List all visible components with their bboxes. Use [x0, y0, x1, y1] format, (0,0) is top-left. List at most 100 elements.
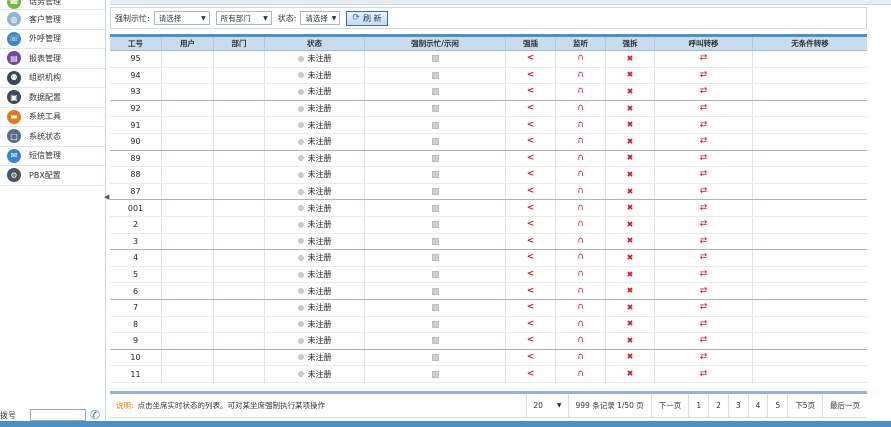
sidebar-item[interactable]: ▤ 报表管理 [0, 49, 105, 69]
call-transfer-icon[interactable]: ⇄ [700, 270, 708, 279]
page-number-button[interactable]: 1 [688, 394, 708, 417]
monitor-headset-icon[interactable]: ∩ [577, 253, 584, 262]
last-page-button[interactable]: 最后一页 [822, 394, 867, 417]
refresh-button[interactable]: ⟳ 刷 新 [346, 10, 388, 26]
sidebar-item[interactable]: ▬ 系统工具 [0, 108, 105, 127]
call-transfer-icon[interactable]: ⇄ [700, 120, 708, 130]
force-hangup-icon[interactable]: ✖ [627, 353, 634, 361]
call-transfer-icon[interactable]: ⇄ [700, 352, 708, 362]
monitor-headset-icon[interactable]: ∩ [577, 87, 584, 96]
force-hangup-icon[interactable]: ✖ [627, 370, 634, 378]
monitor-headset-icon[interactable]: ∩ [577, 170, 584, 179]
forced-busy-toggle[interactable] [431, 221, 439, 229]
dial-input[interactable] [30, 409, 86, 421]
forced-busy-toggle[interactable] [431, 353, 439, 361]
force-hangup-icon[interactable]: ✖ [627, 320, 634, 328]
call-transfer-icon[interactable]: ⇄ [700, 286, 708, 296]
barge-in-icon[interactable]: < [527, 137, 535, 146]
force-hangup-icon[interactable]: ✖ [627, 54, 634, 63]
collapse-sidebar-icon[interactable]: ◀ [104, 193, 109, 201]
call-transfer-icon[interactable]: ⇄ [700, 336, 708, 345]
sidebar-item[interactable]: ⚙ PBX配置 [0, 166, 105, 186]
forced-busy-toggle[interactable] [431, 204, 439, 212]
forced-busy-toggle[interactable] [431, 138, 439, 146]
force-hangup-icon[interactable]: ✖ [627, 104, 634, 113]
force-hangup-icon[interactable]: ✖ [627, 87, 634, 96]
monitor-headset-icon[interactable]: ∩ [577, 369, 584, 379]
forced-busy-toggle[interactable] [431, 254, 439, 262]
barge-in-icon[interactable]: < [527, 54, 535, 63]
forced-busy-toggle[interactable] [431, 88, 439, 96]
force-hangup-icon[interactable]: ✖ [627, 71, 634, 79]
forced-busy-toggle[interactable] [431, 337, 439, 345]
monitor-headset-icon[interactable]: ∩ [577, 236, 584, 246]
call-transfer-icon[interactable]: ⇄ [700, 104, 708, 113]
forced-busy-toggle[interactable] [431, 171, 439, 179]
force-hangup-icon[interactable]: ✖ [627, 204, 634, 212]
call-transfer-icon[interactable]: ⇄ [700, 137, 708, 146]
force-hangup-icon[interactable]: ✖ [627, 170, 634, 179]
monitor-headset-icon[interactable]: ∩ [577, 137, 584, 146]
forced-busy-toggle[interactable] [431, 55, 439, 63]
barge-in-icon[interactable]: < [527, 87, 535, 96]
call-transfer-icon[interactable]: ⇄ [700, 369, 708, 379]
page-number-button[interactable]: 5 [767, 394, 787, 417]
next-five-pages-button[interactable]: 下5页 [787, 394, 822, 417]
call-transfer-icon[interactable]: ⇄ [700, 187, 708, 196]
department-select[interactable]: 所有部门 ▼ [215, 11, 272, 25]
monitor-headset-icon[interactable]: ∩ [577, 70, 584, 80]
monitor-headset-icon[interactable]: ∩ [577, 286, 584, 296]
forced-busy-toggle[interactable] [431, 304, 439, 312]
barge-in-icon[interactable]: < [527, 336, 535, 345]
sidebar-item[interactable]: ◍ 客户管理 [0, 10, 105, 30]
forced-busy-toggle[interactable] [431, 188, 439, 196]
forced-busy-select[interactable]: 请选择 ▼ [153, 11, 210, 25]
barge-in-icon[interactable]: < [527, 104, 535, 113]
forced-busy-toggle[interactable] [431, 71, 439, 79]
force-hangup-icon[interactable]: ✖ [627, 253, 634, 262]
forced-busy-toggle[interactable] [431, 287, 439, 295]
barge-in-icon[interactable]: < [527, 153, 535, 163]
barge-in-icon[interactable]: < [527, 253, 535, 262]
barge-in-icon[interactable]: < [527, 369, 535, 379]
forced-busy-toggle[interactable] [431, 370, 439, 378]
sidebar-item[interactable]: ⚉ 组织机构 [0, 69, 105, 88]
call-transfer-icon[interactable]: ⇄ [700, 170, 708, 179]
page-number-button[interactable]: 2 [708, 394, 728, 417]
forced-busy-toggle[interactable] [431, 271, 439, 279]
force-hangup-icon[interactable]: ✖ [627, 237, 634, 245]
call-transfer-icon[interactable]: ⇄ [700, 253, 708, 262]
call-transfer-icon[interactable]: ⇄ [700, 153, 708, 163]
force-hangup-icon[interactable]: ✖ [627, 270, 634, 279]
force-hangup-icon[interactable]: ✖ [627, 287, 634, 295]
call-transfer-icon[interactable]: ⇄ [700, 203, 708, 213]
barge-in-icon[interactable]: < [527, 270, 535, 279]
monitor-headset-icon[interactable]: ∩ [577, 54, 584, 63]
force-hangup-icon[interactable]: ✖ [627, 303, 634, 312]
call-transfer-icon[interactable]: ⇄ [700, 70, 708, 80]
force-hangup-icon[interactable]: ✖ [627, 121, 634, 129]
page-number-button[interactable]: 3 [727, 394, 748, 417]
barge-in-icon[interactable]: < [527, 187, 535, 196]
barge-in-icon[interactable]: < [527, 236, 535, 246]
sidebar-item[interactable]: ✉ 短信管理 [0, 147, 105, 166]
force-hangup-icon[interactable]: ✖ [627, 187, 634, 196]
forced-busy-toggle[interactable] [431, 121, 439, 129]
sidebar-item[interactable]: ☏ 外呼管理 [0, 30, 105, 49]
monitor-headset-icon[interactable]: ∩ [577, 187, 584, 196]
monitor-headset-icon[interactable]: ∩ [577, 104, 584, 113]
force-hangup-icon[interactable]: ✖ [627, 137, 634, 146]
force-hangup-icon[interactable]: ✖ [627, 154, 634, 162]
barge-in-icon[interactable]: < [527, 203, 535, 213]
page-size-select[interactable]: 20 ▼ [526, 394, 567, 417]
sidebar-item[interactable]: □ 系统状态 [0, 127, 105, 147]
monitor-headset-icon[interactable]: ∩ [577, 220, 584, 229]
monitor-headset-icon[interactable]: ∩ [577, 203, 584, 213]
call-transfer-icon[interactable]: ⇄ [700, 303, 708, 312]
call-transfer-icon[interactable]: ⇄ [700, 220, 708, 229]
forced-busy-toggle[interactable] [431, 105, 439, 113]
barge-in-icon[interactable]: < [527, 319, 535, 329]
call-transfer-icon[interactable]: ⇄ [700, 236, 708, 246]
barge-in-icon[interactable]: < [527, 303, 535, 312]
monitor-headset-icon[interactable]: ∩ [577, 336, 584, 345]
